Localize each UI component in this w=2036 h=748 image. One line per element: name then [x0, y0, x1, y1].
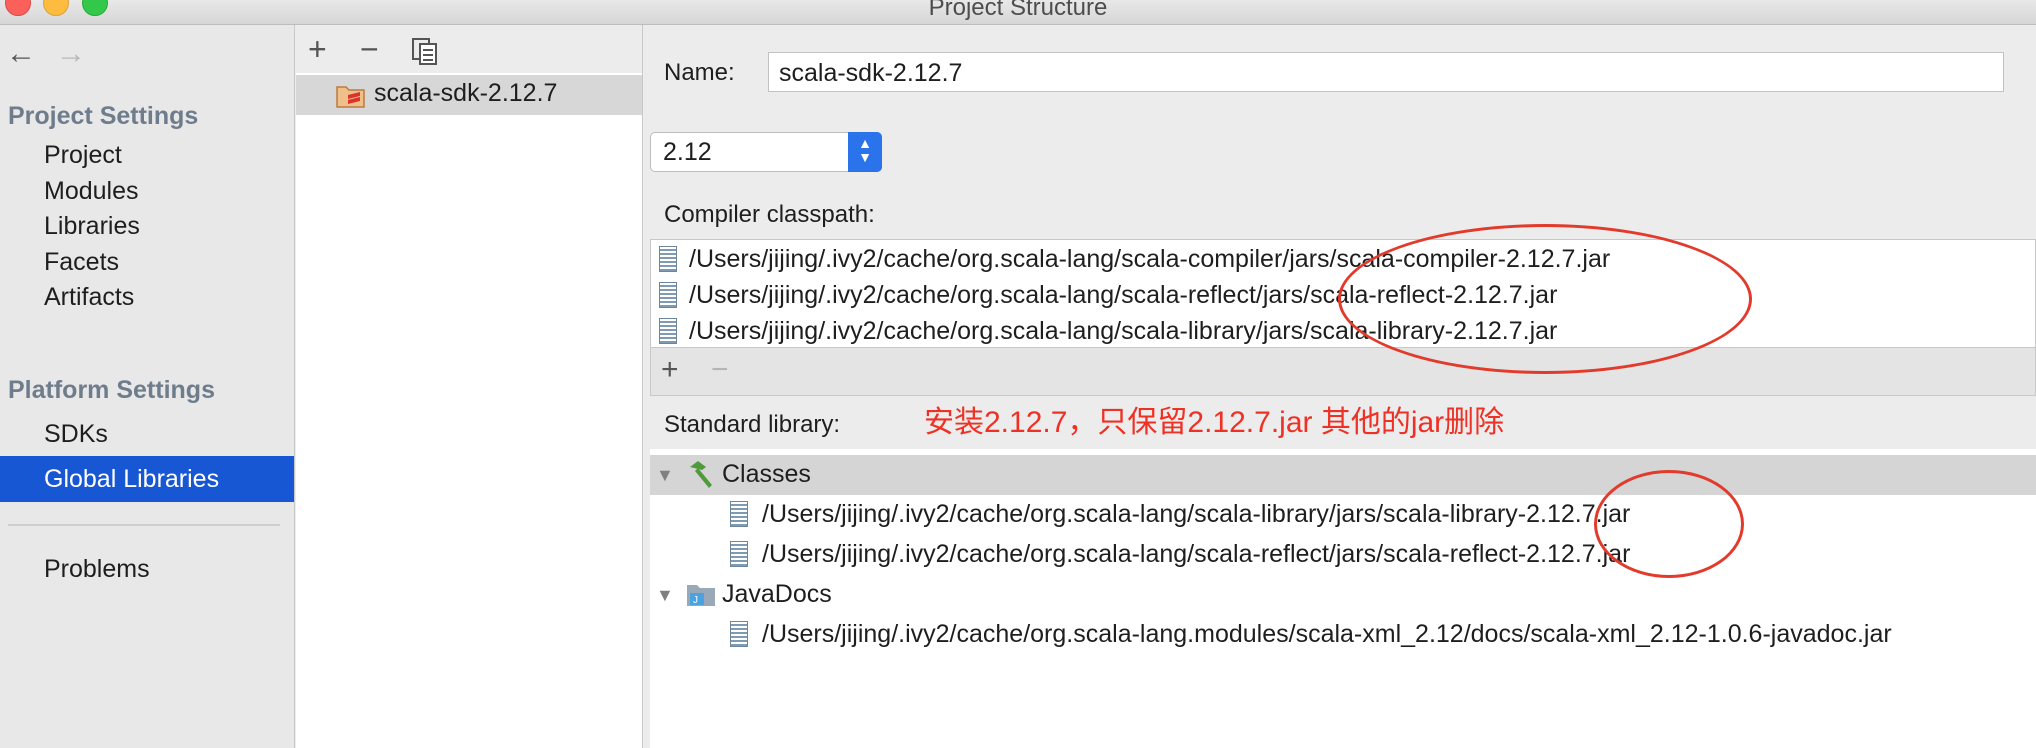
copy-icon[interactable]: [412, 35, 438, 75]
hammer-icon: [686, 459, 716, 496]
annotation-text: 安装2.12.7，只保留2.12.7.jar 其他的jar删除: [924, 406, 1505, 439]
library-list-panel: + − scala-sdk-2.12.7: [296, 25, 643, 748]
name-label: Name:: [664, 59, 735, 86]
classpath-toolbar: + −: [650, 348, 2036, 396]
settings-sidebar: ← → Project Settings Project Modules Lib…: [0, 25, 295, 748]
forward-arrow-icon[interactable]: →: [56, 39, 86, 69]
select-stepper-icon[interactable]: ▲ ▼: [848, 132, 882, 172]
svg-text:J: J: [693, 595, 698, 606]
jar-icon: [730, 621, 748, 647]
expand-triangle-icon[interactable]: ▼: [656, 465, 674, 486]
jar-icon: [659, 318, 677, 344]
title-bar: Project Structure: [0, 0, 2036, 25]
remove-classpath-button[interactable]: −: [711, 350, 729, 390]
library-folder-icon: [336, 83, 365, 108]
sidebar-divider: [8, 524, 280, 526]
library-list-item[interactable]: scala-sdk-2.12.7: [296, 75, 642, 115]
jar-icon: [730, 541, 748, 567]
add-classpath-button[interactable]: +: [661, 350, 679, 390]
library-list-toolbar: + −: [296, 25, 642, 73]
javadocs-label: JavaDocs: [722, 580, 832, 608]
jar-icon: [659, 246, 677, 272]
tree-item[interactable]: /Users/jijing/.ivy2/cache/org.scala-lang…: [650, 615, 2036, 655]
expand-triangle-icon[interactable]: ▼: [656, 585, 674, 606]
tree-node-javadocs[interactable]: ▼ J JavaDocs: [650, 575, 2036, 615]
library-detail-panel: Name: scala-sdk-2.12.7 2.12 ▲ ▼ Compiler …: [644, 25, 2036, 748]
back-arrow-icon[interactable]: ←: [6, 39, 36, 69]
scala-version-value: 2.12: [663, 138, 712, 166]
class-path: /Users/jijing/.ivy2/cache/org.scala-lang…: [762, 500, 1631, 528]
tree-item[interactable]: /Users/jijing/.ivy2/cache/org.scala-lang…: [650, 535, 2036, 575]
classes-label: Classes: [722, 460, 811, 488]
sidebar-item-global-libraries[interactable]: Global Libraries: [0, 456, 294, 502]
tree-item[interactable]: /Users/jijing/.ivy2/cache/org.scala-lang…: [650, 495, 2036, 535]
tree-node-classes[interactable]: ▼ Classes: [650, 455, 2036, 495]
jar-icon: [730, 501, 748, 527]
add-library-button[interactable]: +: [308, 29, 327, 69]
javadoc-path: /Users/jijing/.ivy2/cache/org.scala-lang…: [762, 620, 1892, 648]
standard-library-tree[interactable]: ▼ Classes /Users/jijing/.ivy2/cache/org.…: [650, 449, 2036, 748]
window-title: Project Structure: [928, 0, 1108, 21]
jar-icon: [659, 282, 677, 308]
library-name-field[interactable]: scala-sdk-2.12.7: [768, 52, 2004, 92]
sidebar-item-problems[interactable]: Problems: [0, 546, 294, 592]
sidebar-item-sdks[interactable]: SDKs: [0, 411, 294, 457]
scala-version-select[interactable]: 2.12 ▲ ▼: [650, 132, 882, 172]
library-name-label: scala-sdk-2.12.7: [374, 79, 558, 107]
standard-library-label: Standard library:: [664, 411, 841, 438]
sidebar-item-artifacts[interactable]: Artifacts: [0, 274, 294, 320]
remove-library-button[interactable]: −: [360, 29, 379, 69]
compiler-classpath-label: Compiler classpath:: [664, 201, 875, 228]
annotation-oval: [1594, 470, 1744, 578]
javadoc-folder-icon: J: [686, 579, 716, 616]
annotation-oval: [1338, 224, 1752, 374]
project-settings-header: Project Settings: [8, 102, 199, 130]
class-path: /Users/jijing/.ivy2/cache/org.scala-lang…: [762, 540, 1631, 568]
platform-settings-header: Platform Settings: [8, 376, 215, 404]
